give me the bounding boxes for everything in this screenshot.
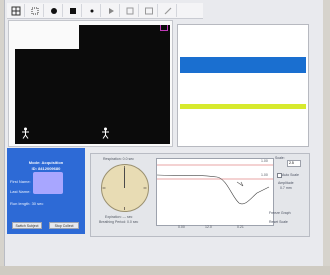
x-tick-1: 12.0 bbox=[205, 225, 212, 229]
x-tick-2: 0.21 bbox=[237, 225, 244, 229]
auto-scale-label: Auto Scale bbox=[282, 173, 299, 177]
waveform-svg bbox=[157, 164, 273, 205]
run-length-label: Run length: 30 sec bbox=[10, 201, 44, 206]
save-icon[interactable] bbox=[121, 4, 139, 17]
expiration-label: Expiration: --- sec bbox=[105, 215, 133, 219]
selection-marker bbox=[160, 25, 168, 31]
select-icon[interactable] bbox=[26, 4, 44, 17]
person-icon bbox=[21, 126, 30, 139]
cursor-icon bbox=[236, 181, 244, 187]
toolbar bbox=[7, 3, 203, 19]
subject-info-panel: Mode: Acquisition ID: 8412009680 First N… bbox=[7, 148, 85, 234]
play-icon[interactable] bbox=[102, 4, 120, 17]
subject-name-field[interactable] bbox=[33, 172, 63, 194]
pen-icon[interactable] bbox=[159, 4, 177, 17]
amplitude-label: Amplitude bbox=[278, 181, 294, 185]
stop-collect-button[interactable]: Stop Collect bbox=[49, 222, 79, 229]
monitor-bezel bbox=[0, 266, 330, 275]
record-icon[interactable] bbox=[45, 4, 63, 17]
app-window: Mode: Acquisition ID: 8412009680 First N… bbox=[4, 0, 323, 266]
value-mid: 1.00 bbox=[261, 173, 268, 177]
subject-id: ID: 8412009680 bbox=[31, 166, 61, 171]
value-top: 1.00 bbox=[261, 159, 268, 163]
camera-view-right bbox=[79, 25, 170, 144]
yellow-stripe bbox=[180, 104, 306, 109]
respiration-gauge bbox=[101, 164, 149, 212]
freeze-graph-button[interactable]: Freeze Graph bbox=[269, 211, 291, 215]
x-tick-0: 0.00 bbox=[178, 225, 185, 229]
person-icon bbox=[101, 126, 110, 139]
scale-label: Scale: bbox=[275, 156, 285, 160]
respiration-label: Respiration: 0.0 sec bbox=[103, 157, 134, 161]
stop-icon[interactable] bbox=[64, 4, 82, 17]
scale-value: 2.5 bbox=[289, 161, 294, 165]
grid-icon[interactable] bbox=[7, 4, 25, 17]
breathing-period-label: Breathing Period: 0.0 sec bbox=[99, 220, 139, 224]
respiration-dashboard: Respiration: 0.0 sec Expiration: --- sec… bbox=[90, 153, 310, 237]
camera-preview-panel bbox=[8, 20, 173, 147]
blue-stripe bbox=[180, 57, 306, 73]
gauge-tick bbox=[143, 187, 147, 189]
gauge-tick bbox=[124, 207, 125, 210]
first-name-label: First Name: bbox=[10, 179, 31, 184]
scale-spinner[interactable]: 2.5 bbox=[287, 160, 301, 167]
camera-view-left bbox=[15, 49, 79, 144]
stimulus-display bbox=[177, 24, 309, 147]
window-icon[interactable] bbox=[140, 4, 158, 17]
amplitude-value: 0.7 mm bbox=[280, 186, 292, 190]
switch-subject-button[interactable]: Switch Subject bbox=[12, 222, 42, 229]
waveform-line bbox=[157, 174, 270, 205]
mode-label: Mode: Acquisition bbox=[28, 160, 64, 165]
reset-scale-button[interactable]: Reset Scale bbox=[269, 220, 288, 224]
last-name-label: Last Name: bbox=[10, 189, 31, 194]
waveform-plot bbox=[156, 158, 274, 226]
gauge-needle bbox=[124, 168, 125, 188]
dot-icon[interactable] bbox=[83, 4, 101, 17]
gauge-tick bbox=[102, 187, 106, 189]
